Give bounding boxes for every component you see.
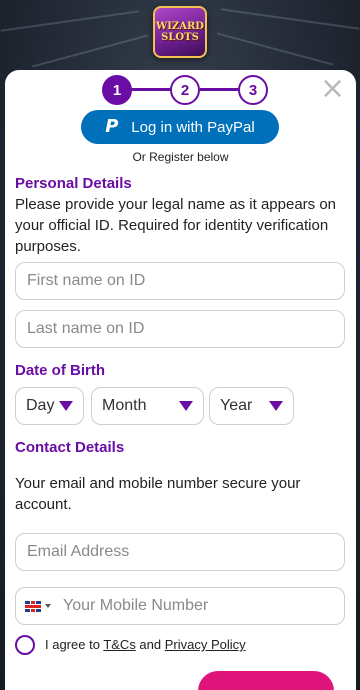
personal-details-description: Please provide your legal name as it app…: [15, 196, 337, 255]
day-select-value: Day: [26, 397, 55, 414]
step-connector: [200, 88, 242, 91]
paypal-icon: P: [105, 116, 119, 137]
logo-line2: SLOTS: [161, 32, 199, 43]
month-select[interactable]: Month: [91, 387, 204, 425]
year-select-value: Year: [220, 397, 253, 414]
mobile-input[interactable]: Your Mobile Number: [15, 587, 345, 625]
contact-details-title: Contact Details: [15, 439, 125, 456]
paypal-button-label: Log in with PayPal: [131, 118, 255, 136]
mobile-placeholder: Your Mobile Number: [63, 597, 209, 614]
day-select[interactable]: Day: [15, 387, 84, 425]
agree-checkbox[interactable]: [15, 635, 35, 655]
registration-card: 1 2 3 × P Log in with PayPal Or Register…: [5, 70, 356, 690]
tcs-link[interactable]: T&Cs: [103, 637, 136, 652]
chevron-down-icon: [59, 401, 73, 411]
first-name-placeholder: First name on ID: [27, 272, 146, 289]
background-line: [31, 34, 149, 68]
or-register-text: Or Register below: [132, 150, 229, 164]
wizard-slots-logo: WIZARD SLOTS: [153, 6, 207, 58]
paypal-login-button[interactable]: P Log in with PayPal: [81, 110, 279, 144]
step-indicator: 1 2 3: [102, 75, 270, 105]
step-connector: [130, 88, 172, 91]
personal-details-title: Personal Details: [15, 175, 132, 192]
chevron-down-icon: [269, 401, 283, 411]
contact-details-description: Your email and mobile number secure your…: [15, 475, 301, 513]
step-2: 2: [170, 75, 200, 105]
year-select[interactable]: Year: [209, 387, 294, 425]
background-line: [220, 8, 360, 30]
terms-prefix: I agree to: [45, 637, 104, 652]
background-line: [216, 32, 334, 66]
step-1: 1: [102, 75, 132, 105]
dob-title: Date of Birth: [15, 362, 105, 379]
step-3: 3: [238, 75, 268, 105]
first-name-input[interactable]: First name on ID: [15, 262, 345, 300]
submit-button[interactable]: [198, 671, 334, 690]
last-name-placeholder: Last name on ID: [27, 320, 145, 337]
privacy-policy-link[interactable]: Privacy Policy: [165, 637, 246, 652]
chevron-down-icon[interactable]: [45, 604, 51, 608]
background-line: [0, 10, 140, 32]
last-name-input[interactable]: Last name on ID: [15, 310, 345, 348]
logo-line1: WIZARD: [156, 21, 204, 32]
email-input[interactable]: Email Address: [15, 533, 345, 571]
terms-agreement: I agree to T&Cs and Privacy Policy: [45, 637, 246, 652]
month-select-value: Month: [102, 397, 147, 414]
uk-flag-icon[interactable]: [25, 600, 41, 612]
close-icon[interactable]: ×: [320, 74, 345, 104]
terms-and: and: [135, 637, 165, 652]
chevron-down-icon: [179, 401, 193, 411]
email-placeholder: Email Address: [27, 543, 130, 560]
